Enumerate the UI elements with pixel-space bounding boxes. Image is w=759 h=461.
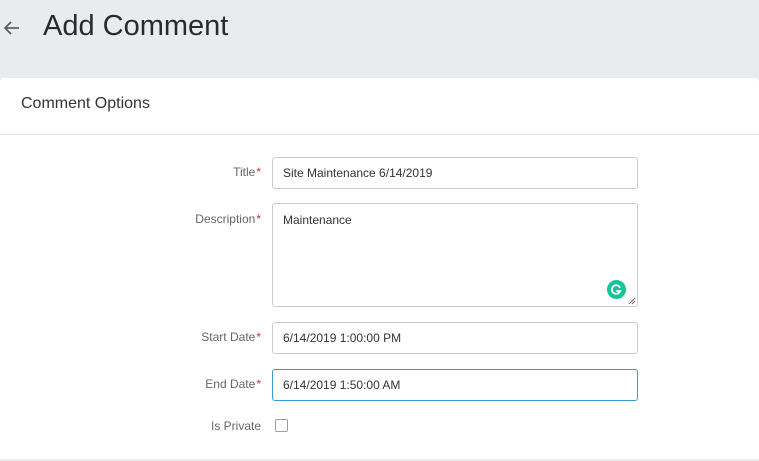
card-title: Comment Options [21,95,150,112]
arrow-left-icon [3,21,19,35]
description-label-text: Description [195,212,256,226]
required-marker: * [256,377,261,391]
page-title: Add Comment [43,10,229,42]
end-date-input[interactable]: 6/14/2019 1:50:00 AM [272,369,638,401]
title-label-text: Title [233,165,256,179]
start-date-input[interactable]: 6/14/2019 1:00:00 PM [272,322,638,354]
required-marker: * [256,330,261,344]
resize-handle-icon[interactable] [628,297,636,305]
description-textarea[interactable]: Maintenance [272,203,638,307]
start-date-label: Start Date* [201,330,261,344]
back-button[interactable] [2,16,22,40]
card-header: Comment Options [0,78,759,135]
end-date-label: End Date* [205,377,261,391]
is-private-label-text: Is Private [210,419,261,433]
title-input-value: Site Maintenance 6/14/2019 [283,166,433,180]
page-header: Add Comment [0,0,759,78]
end-date-label-text: End Date [205,377,256,391]
title-input[interactable]: Site Maintenance 6/14/2019 [272,157,638,189]
start-date-label-text: Start Date [201,330,256,344]
required-marker: * [256,165,261,179]
is-private-checkbox[interactable] [275,419,288,432]
end-date-value: 6/14/2019 1:50:00 AM [283,378,401,392]
required-marker: * [256,212,261,226]
comment-options-card: Comment Options Title* Site Maintenance … [0,78,759,461]
start-date-value: 6/14/2019 1:00:00 PM [283,331,402,345]
description-value: Maintenance [283,213,352,227]
title-label: Title* [233,165,261,179]
is-private-label: Is Private [211,419,261,433]
grammarly-icon[interactable] [607,280,626,299]
description-label: Description* [195,212,261,226]
